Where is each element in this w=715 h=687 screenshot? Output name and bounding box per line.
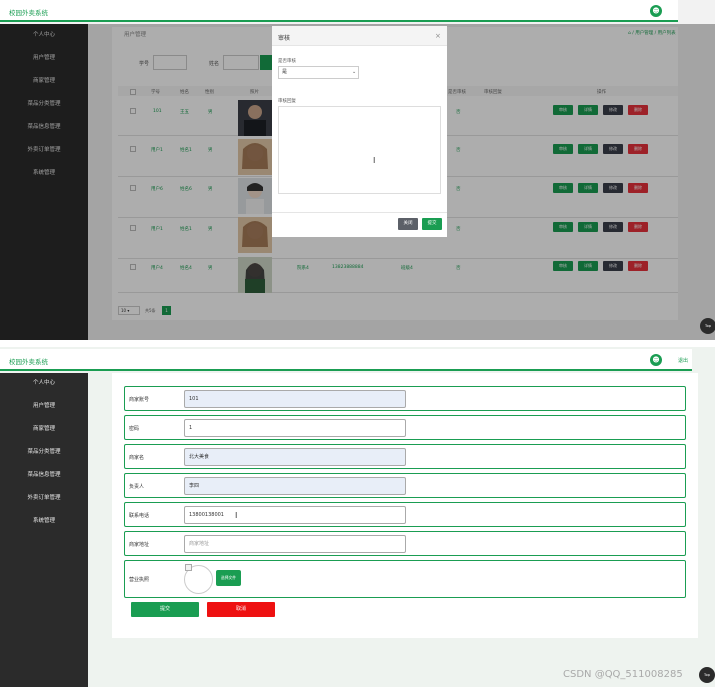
sidebar-item-profile[interactable]: 个人中心 — [0, 378, 88, 386]
merchant-name-input[interactable]: 北大美食 — [184, 448, 406, 466]
field-label: 商家账号 — [129, 397, 150, 403]
sidebar-item-users[interactable]: 用户管理 — [0, 401, 88, 409]
text-cursor-icon: I — [373, 156, 376, 165]
address-input[interactable]: 商家地址 — [184, 535, 406, 553]
audit-modal: 审核 × 是否审核 是 ⌄ 审核回复 关闭 提交 I — [272, 26, 447, 237]
sidebar-item-dish-categories[interactable]: 菜品分类管理 — [0, 447, 88, 455]
choose-file-button[interactable]: 选择文件 — [216, 570, 241, 586]
modal-submit-button[interactable]: 提交 — [422, 218, 442, 230]
audit-status-value: 是 — [282, 69, 288, 75]
broken-image-icon — [185, 564, 192, 571]
sidebar-item-merchants[interactable]: 商家管理 — [0, 424, 88, 432]
sidebar-item-dishes[interactable]: 菜品信息管理 — [0, 470, 88, 478]
cancel-button[interactable]: 取消 — [207, 602, 275, 617]
audit-status-label: 是否审核 — [278, 59, 296, 64]
field-label: 商家地址 — [129, 542, 150, 548]
field-label: 负责人 — [129, 484, 145, 490]
modal-footer-divider — [272, 212, 447, 213]
text-cursor-icon: I — [235, 511, 238, 520]
form-row-address: 商家地址 商家地址 — [124, 531, 686, 556]
close-icon[interactable]: × — [435, 32, 441, 40]
field-label: 营业执照 — [129, 577, 150, 583]
user-icon[interactable]: ☻ — [650, 354, 662, 366]
sidebar-item-orders[interactable]: 外卖订单管理 — [0, 493, 88, 501]
merchant-account-input[interactable]: 101 — [184, 390, 406, 408]
contact-person-input[interactable]: 李四 — [184, 477, 406, 495]
user-icon[interactable]: ☻ — [650, 5, 662, 17]
form-row-account: 商家账号 101 — [124, 386, 686, 411]
app-title: 校园外卖系统 — [9, 9, 48, 17]
top-bar: 校园外卖系统 ☻ — [0, 0, 678, 22]
screen-user-list: 校园外卖系统 ☻ 个人中心 用户管理 商家管理 菜品分类管理 菜品信息管理 外卖… — [0, 0, 715, 340]
audit-reply-label: 审核回复 — [278, 99, 296, 104]
app-title: 校园外卖系统 — [9, 358, 48, 366]
modal-title: 审核 — [278, 35, 291, 42]
form-row-merchant-name: 商家名 北大美食 — [124, 444, 686, 469]
modal-header: 审核 × — [272, 26, 447, 46]
field-label: 密码 — [129, 426, 140, 432]
form-row-password: 密码 1 — [124, 415, 686, 440]
screen-merchant-form: 校园外卖系统 ☻ 退出 个人中心 用户管理 商家管理 菜品分类管理 菜品信息管理… — [0, 347, 715, 687]
field-label: 商家名 — [129, 455, 145, 461]
audit-reply-textarea[interactable] — [278, 106, 441, 194]
back-to-top-button[interactable]: Top — [700, 318, 715, 334]
form-row-phone: 联系电话 13800138001 I — [124, 502, 686, 527]
back-to-top-button[interactable]: Top — [699, 667, 715, 683]
top-bar: 校园外卖系统 ☻ — [0, 349, 692, 371]
phone-input[interactable]: 13800138001 — [184, 506, 406, 524]
sidebar-item-system[interactable]: 系统管理 — [0, 516, 88, 524]
submit-button[interactable]: 提交 — [131, 602, 199, 617]
modal-close-button[interactable]: 关闭 — [398, 218, 418, 230]
form-row-contact-person: 负责人 李四 — [124, 473, 686, 498]
watermark: CSDN @QQ_511008285 — [563, 669, 683, 680]
chevron-down-icon: ⌄ — [352, 69, 357, 75]
logout-link[interactable]: 退出 — [678, 357, 688, 364]
password-input[interactable]: 1 — [184, 419, 406, 437]
form-row-license: 营业执照 选择文件 — [124, 560, 686, 598]
audit-status-select[interactable]: 是 — [278, 66, 359, 79]
field-label: 联系电话 — [129, 513, 150, 519]
sidebar: 个人中心 用户管理 商家管理 菜品分类管理 菜品信息管理 外卖订单管理 系统管理 — [0, 373, 88, 687]
